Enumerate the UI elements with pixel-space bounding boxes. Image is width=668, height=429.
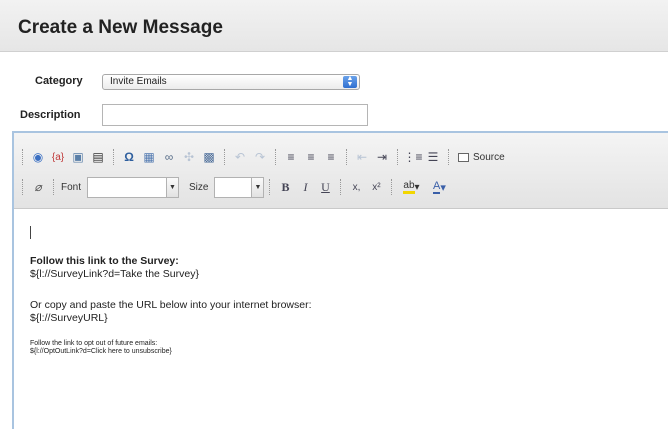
placeholder-field-icon[interactable]: {a} [48, 147, 68, 167]
undo-icon[interactable]: ↶ [230, 147, 250, 167]
align-right-icon[interactable]: ≡ [321, 147, 341, 167]
chevron-down-icon: ▼ [251, 177, 264, 197]
font-label: Font [61, 181, 82, 193]
indent-icon[interactable]: ⇥ [372, 147, 392, 167]
survey-link-heading: Follow this link to the Survey: [30, 255, 179, 267]
italic-button[interactable]: I [295, 177, 315, 197]
toolbar-row-2: ⌀ Font ▼ Size ▼ B I U x, x² ab ▾ A ▾ [20, 175, 453, 199]
category-selected-value: Invite Emails [110, 76, 167, 87]
paste-icon[interactable]: ▩ [199, 147, 219, 167]
size-label: Size [189, 181, 209, 193]
survey-url-paragraph[interactable]: Or copy and paste the URL below into you… [30, 299, 312, 325]
description-field[interactable] [102, 104, 368, 126]
save-template-icon[interactable]: ▤ [88, 147, 108, 167]
unlink-icon[interactable]: ✣ [179, 147, 199, 167]
image-icon[interactable]: ▣ [68, 147, 88, 167]
subscript-button[interactable]: x, [346, 177, 366, 197]
superscript-button[interactable]: x² [366, 177, 386, 197]
survey-url-instruction: Or copy and paste the URL below into you… [30, 299, 312, 311]
bulleted-list-icon[interactable]: ☰ [423, 147, 443, 167]
align-left-icon[interactable]: ≡ [281, 147, 301, 167]
align-center-icon[interactable]: ≡ [301, 147, 321, 167]
globe-icon[interactable]: ◉ [28, 147, 48, 167]
toolbar-row-1: ◉ {a} ▣ ▤ Ω ▦ ∞ ✣ ▩ ↶ ↷ ≡ ≡ ≡ ⇤ ⇥ ⋮≡ ☰ S… [20, 145, 509, 169]
survey-link-paragraph[interactable]: Follow this link to the Survey: ${l://Su… [30, 255, 199, 281]
survey-link-code: ${l://SurveyLink?d=Take the Survey} [30, 268, 199, 280]
outdent-icon[interactable]: ⇤ [352, 147, 372, 167]
table-icon[interactable]: ▦ [139, 147, 159, 167]
chevron-down-icon: ▼ [166, 177, 179, 197]
page-title: Create a New Message [18, 17, 223, 38]
font-select[interactable]: ▼ [87, 176, 180, 198]
toolbar-grip [22, 179, 24, 195]
rich-text-editor: ◉ {a} ▣ ▤ Ω ▦ ∞ ✣ ▩ ↶ ↷ ≡ ≡ ≡ ⇤ ⇥ ⋮≡ ☰ S… [12, 131, 668, 429]
underline-button[interactable]: U [315, 177, 335, 197]
survey-url-code: ${l://SurveyURL} [30, 312, 108, 324]
opt-out-instruction: Follow the link to opt out of future ema… [30, 340, 158, 347]
link-icon[interactable]: ∞ [159, 147, 179, 167]
category-select[interactable]: Invite Emails ▲ ▼ [102, 74, 360, 90]
highlight-color-icon[interactable]: ab ▾ [397, 177, 425, 197]
description-label: Description [20, 109, 81, 121]
opt-out-code: ${l://OptOutLink?d=Click here to unsubsc… [30, 348, 172, 355]
size-select[interactable]: ▼ [214, 176, 265, 198]
opt-out-paragraph[interactable]: Follow the link to opt out of future ema… [30, 340, 172, 356]
page-header: Create a New Message [0, 0, 668, 52]
numbered-list-icon[interactable]: ⋮≡ [403, 147, 423, 167]
source-button[interactable]: Source [454, 147, 509, 167]
eraser-icon[interactable]: ⌀ [28, 177, 48, 197]
editor-toolbar: ◉ {a} ▣ ▤ Ω ▦ ∞ ✣ ▩ ↶ ↷ ≡ ≡ ≡ ⇤ ⇥ ⋮≡ ☰ S… [14, 133, 668, 209]
category-label: Category [35, 75, 83, 87]
text-caret [30, 226, 31, 239]
bold-button[interactable]: B [275, 177, 295, 197]
source-label: Source [473, 151, 505, 163]
source-icon [458, 152, 469, 162]
toolbar-grip [22, 149, 24, 165]
select-arrows-icon: ▲ ▼ [343, 75, 357, 88]
omega-special-char-icon[interactable]: Ω [119, 147, 139, 167]
redo-icon[interactable]: ↷ [250, 147, 270, 167]
text-color-icon[interactable]: A ▾ [425, 177, 453, 197]
